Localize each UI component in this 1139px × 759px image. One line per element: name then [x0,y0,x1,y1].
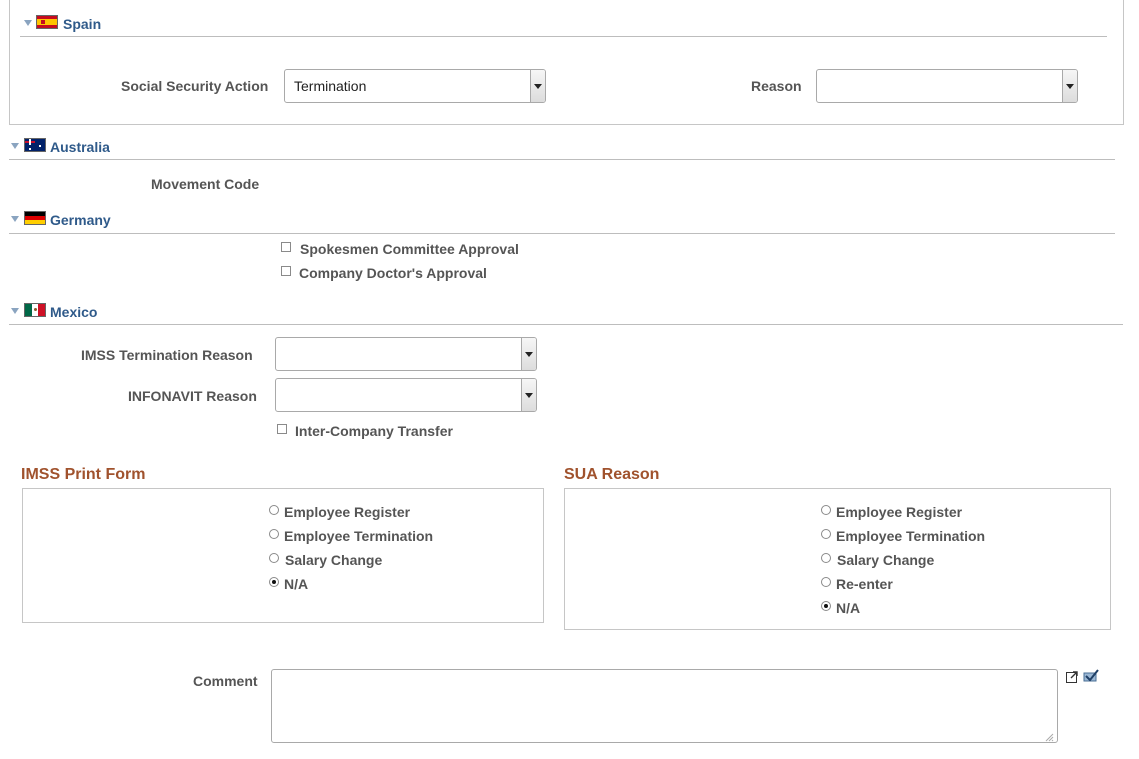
chevron-down-icon[interactable] [521,338,536,370]
doctor-approval-checkbox[interactable] [281,266,291,276]
chevron-down-icon[interactable] [521,379,536,411]
imss-print-form-title: IMSS Print Form [21,466,146,483]
sua-radio-employee-register[interactable] [821,505,831,515]
social-security-action-select[interactable]: Termination [284,69,546,103]
imss-option-label: Salary Change [285,552,383,568]
sua-radio-na[interactable] [821,601,831,611]
imss-print-form-box [22,488,544,623]
chevron-down-icon[interactable] [1062,70,1077,102]
imss-option-label: N/A [284,576,309,592]
sua-radio-salary-change[interactable] [821,553,831,563]
sua-radio-re-enter[interactable] [821,577,831,587]
australia-title[interactable]: Australia [50,139,110,155]
resize-grip-icon[interactable] [1044,729,1054,742]
spain-section [9,0,1124,125]
reason-label: Reason [751,78,802,94]
imss-option-label: Employee Register [284,504,411,520]
imss-option-label: Employee Termination [284,528,434,544]
spell-check-icon[interactable] [1082,668,1100,684]
germany-divider [9,233,1115,234]
chevron-down-icon[interactable] [530,70,545,102]
reason-select[interactable] [816,69,1078,103]
movement-code-label: Movement Code [151,176,260,192]
imss-radio-na[interactable] [269,577,279,587]
spain-collapse-icon[interactable] [24,20,32,26]
mexico-title[interactable]: Mexico [50,304,97,320]
inter-company-transfer-label: Inter-Company Transfer [295,423,453,439]
comment-label: Comment [193,673,258,689]
spain-divider [20,36,1107,37]
expand-editor-icon[interactable] [1065,669,1081,685]
mexico-divider [9,324,1123,325]
imss-radio-employee-termination[interactable] [269,529,279,539]
mexico-flag-icon [24,303,46,317]
sua-radio-employee-termination[interactable] [821,529,831,539]
imss-radio-employee-register[interactable] [269,505,279,515]
sua-reason-title: SUA Reason [564,466,660,483]
spain-title[interactable]: Spain [63,16,101,32]
doctor-approval-label: Company Doctor's Approval [299,265,487,281]
australia-collapse-icon[interactable] [11,143,19,149]
sua-option-label: Employee Register [836,504,963,520]
infonavit-reason-label: INFONAVIT Reason [128,388,257,404]
mexico-collapse-icon[interactable] [11,308,19,314]
sua-option-label: Employee Termination [836,528,986,544]
australia-flag-icon [24,138,46,152]
spokesmen-approval-label: Spokesmen Committee Approval [300,241,519,257]
germany-flag-icon [24,211,46,225]
germany-title[interactable]: Germany [50,212,111,228]
sua-option-label: N/A [836,600,861,616]
infonavit-reason-select[interactable] [275,378,537,412]
spain-flag-icon [36,15,58,29]
comment-textarea[interactable] [271,669,1058,743]
australia-divider [9,159,1115,160]
inter-company-transfer-checkbox[interactable] [277,424,287,434]
social-security-action-value: Termination [294,78,367,94]
imss-termination-reason-label: IMSS Termination Reason [81,347,253,363]
imss-radio-salary-change[interactable] [269,553,279,563]
social-security-action-label: Social Security Action [121,78,269,94]
sua-option-label: Salary Change [837,552,935,568]
sua-option-label: Re-enter [836,576,893,592]
imss-termination-reason-select[interactable] [275,337,537,371]
spokesmen-approval-checkbox[interactable] [281,242,291,252]
germany-collapse-icon[interactable] [11,216,19,222]
